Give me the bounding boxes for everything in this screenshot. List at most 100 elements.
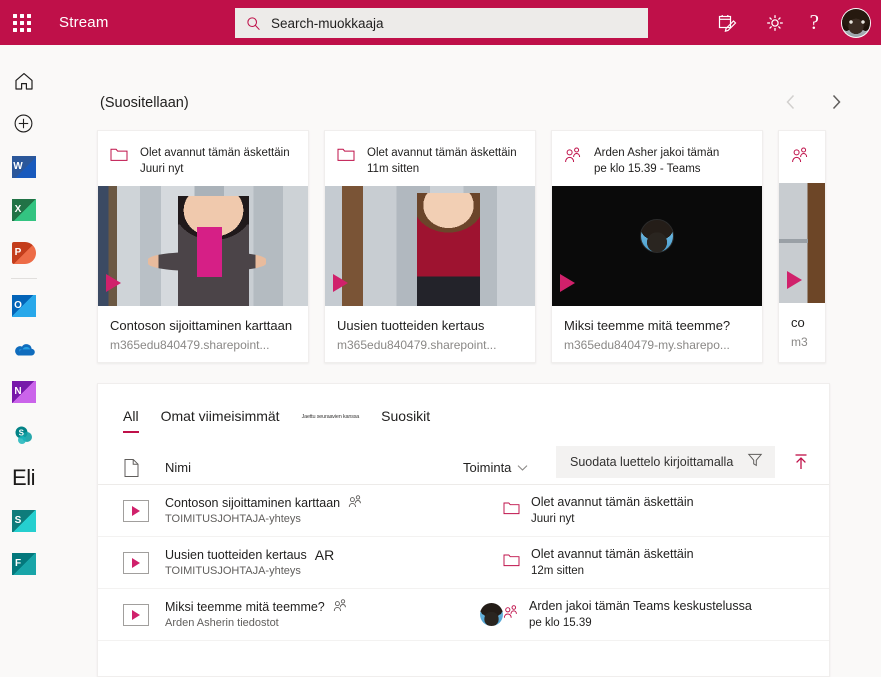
video-thumbnail[interactable]: [552, 186, 762, 306]
video-title: Uusien tuotteiden kertaus: [337, 318, 523, 334]
play-icon[interactable]: [106, 274, 121, 292]
sidebar-item-powerpoint[interactable]: P: [0, 231, 47, 274]
onenote-icon-letter: N: [12, 381, 25, 403]
table-row[interactable]: Contoson sijoittaminen karttaan TOIMITUS…: [98, 485, 829, 537]
sharepoint-icon: S: [12, 424, 35, 446]
activity-line2: 11m sitten: [367, 161, 517, 177]
video-card[interactable]: co m3: [778, 130, 826, 363]
play-icon[interactable]: [560, 274, 575, 292]
row-name-text: Contoson sijoittaminen karttaan TOIMITUS…: [165, 495, 340, 527]
row-action-cell: Olet avannut tämän äskettäin Juuri nyt: [503, 494, 694, 527]
avatar[interactable]: [480, 603, 503, 626]
sidebar-item-excel[interactable]: X: [0, 188, 47, 231]
tab-favourites[interactable]: Suosikit: [381, 408, 430, 433]
app-launcher-icon[interactable]: [0, 0, 44, 45]
powerpoint-icon: P: [12, 242, 36, 264]
file-type-icon: [123, 458, 165, 478]
powerpoint-icon-letter: P: [12, 242, 25, 264]
share-person-icon: [348, 495, 363, 514]
row-name-cell: Miksi teemme mitä teemme? Arden Asherin …: [165, 599, 463, 631]
activity-line1: Arden Asher jakoi tämän: [594, 145, 719, 161]
video-card-footer: co m3: [779, 303, 825, 349]
sidebar-item-sharepoint[interactable]: S: [0, 413, 47, 456]
onedrive-icon: [12, 340, 36, 358]
global-search[interactable]: [235, 8, 648, 38]
sidebar-item-stream[interactable]: S: [0, 499, 47, 542]
excel-icon-letter: X: [12, 199, 25, 221]
row-action-text: Arden jakoi tämän Teams keskustelussa pe…: [529, 598, 752, 631]
filter-input[interactable]: [570, 455, 740, 469]
row-action-line2: pe klo 15.39: [529, 616, 752, 631]
app-brand-stream[interactable]: Stream: [44, 14, 109, 31]
share-person-icon: [333, 599, 348, 618]
upload-icon[interactable]: [787, 448, 815, 476]
sidebar-item-eli[interactable]: Eli: [0, 456, 47, 499]
table-row[interactable]: Miksi teemme mitä teemme? Arden Asherin …: [98, 589, 829, 641]
svg-text:S: S: [19, 428, 25, 437]
stream-icon: S: [12, 510, 36, 532]
word-icon: W: [12, 156, 36, 178]
video-thumbnail[interactable]: [98, 186, 308, 306]
tab-my-recent[interactable]: Omat viimeisimmät: [161, 408, 280, 433]
outlook-icon: O: [12, 295, 36, 317]
create-new-icon: [13, 113, 34, 134]
video-card-footer: Uusien tuotteiden kertaus m365edu840479.…: [325, 306, 535, 352]
folder-icon: [337, 145, 357, 177]
help-icon[interactable]: ?: [810, 12, 819, 33]
thumbnail-image: [779, 183, 825, 303]
home-icon: [13, 70, 35, 92]
row-name-cell: Contoson sijoittaminen karttaan TOIMITUS…: [165, 495, 463, 527]
row-action-line1: Arden jakoi tämän Teams keskustelussa: [529, 598, 752, 614]
play-icon[interactable]: [123, 552, 149, 574]
word-icon-letter: W: [12, 156, 25, 178]
gear-icon[interactable]: [762, 10, 788, 36]
list-toolbar: [556, 446, 815, 478]
play-icon[interactable]: [333, 274, 348, 292]
sidebar-item-outlook[interactable]: O: [0, 284, 47, 327]
sidebar-item-onenote[interactable]: N: [0, 370, 47, 413]
folder-icon: [110, 145, 130, 177]
search-input[interactable]: [271, 16, 648, 31]
row-subtitle: Arden Asherin tiedostot: [165, 616, 325, 631]
avatar[interactable]: [841, 8, 871, 38]
table-row[interactable]: Uusien tuotteiden kertaus TOIMITUSJOHTAJ…: [98, 537, 829, 589]
sidebar-item-forms[interactable]: F: [0, 542, 47, 585]
carousel-prev-icon[interactable]: [780, 89, 802, 115]
main-content: (Suositellaan) Olet avannut tämän äskett…: [47, 45, 881, 677]
row-avatar-slot: [463, 603, 503, 626]
sidebar-item-create-new[interactable]: [0, 102, 47, 145]
column-header-action[interactable]: Toiminta: [463, 460, 528, 475]
video-list-panel: All Omat viimeisimmät Jaettu seuraavien …: [97, 383, 830, 677]
sidebar-item-onedrive[interactable]: [0, 327, 47, 370]
filter-icon[interactable]: [747, 452, 763, 473]
sidebar-item-word[interactable]: W: [0, 145, 47, 188]
video-thumbnail[interactable]: [779, 183, 825, 303]
video-card-activity-text: Arden Asher jakoi tämän pe klo 15.39 - T…: [594, 145, 719, 177]
row-name-text: Uusien tuotteiden kertaus TOIMITUSJOHTAJ…: [165, 547, 307, 579]
share-person-icon: [791, 145, 811, 174]
video-card[interactable]: Olet avannut tämän äskettäin 11m sitten …: [324, 130, 536, 363]
tab-all[interactable]: All: [123, 408, 139, 433]
video-card[interactable]: Olet avannut tämän äskettäin Juuri nyt C…: [97, 130, 309, 363]
play-icon[interactable]: [123, 604, 149, 626]
list-tabs: All Omat viimeisimmät Jaettu seuraavien …: [98, 384, 829, 433]
carousel-next-icon[interactable]: [825, 89, 847, 115]
row-action-cell: Olet avannut tämän äskettäin 12m sitten: [503, 546, 694, 579]
app-rail: W X P O N: [0, 45, 47, 677]
play-icon[interactable]: [787, 271, 802, 289]
row-name-cell: Uusien tuotteiden kertaus TOIMITUSJOHTAJ…: [165, 547, 463, 579]
filter-input-wrapper[interactable]: [556, 446, 775, 478]
play-icon[interactable]: [123, 500, 149, 522]
video-card[interactable]: Arden Asher jakoi tämän pe klo 15.39 - T…: [551, 130, 763, 363]
video-card-activity-text: Olet avannut tämän äskettäin Juuri nyt: [140, 145, 290, 177]
column-header-action-label: Toiminta: [463, 460, 511, 475]
sidebar-item-home[interactable]: [0, 59, 47, 102]
eli-label: Eli: [12, 465, 35, 491]
feedback-icon[interactable]: [714, 10, 740, 36]
tab-shared-with[interactable]: Jaettu seuraavien kanssa: [302, 414, 360, 433]
forms-icon-letter: F: [12, 553, 25, 575]
video-card-activity: Olet avannut tämän äskettäin 11m sitten: [325, 131, 535, 186]
video-card-activity: Arden Asher jakoi tämän pe klo 15.39 - T…: [552, 131, 762, 186]
video-title: Contoson sijoittaminen karttaan: [110, 318, 296, 334]
video-thumbnail[interactable]: [325, 186, 535, 306]
